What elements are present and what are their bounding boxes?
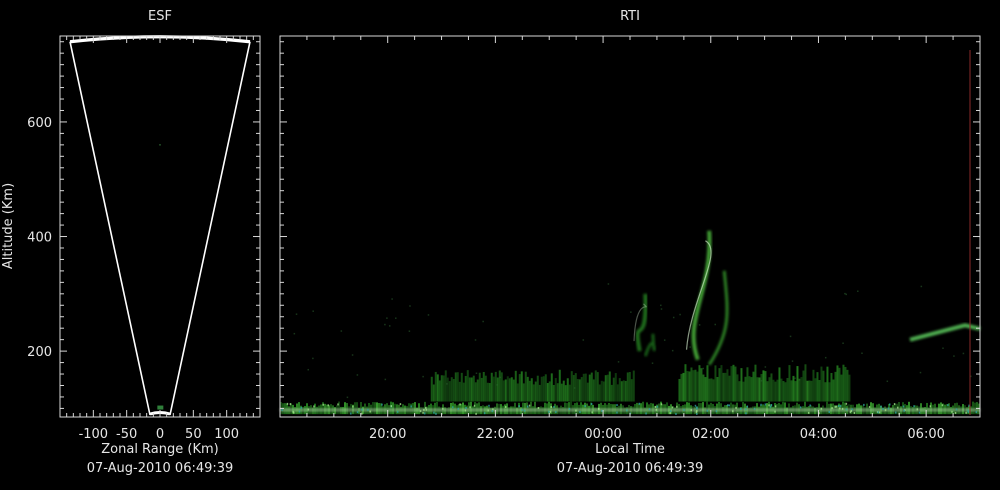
rti-x-tick-label: 06:00	[907, 427, 944, 442]
esf-panel: ESF -100 -50 0 50 100 200 400 600 Zonal Range …	[1, 9, 261, 476]
esf-cone-left-edge	[69, 41, 151, 416]
rti-x-label: Local Time	[595, 442, 665, 457]
esf-x-tick-label: -50	[116, 427, 137, 442]
rti-x-tick-label: 22:00	[477, 427, 514, 442]
esf-x-label: Zonal Range (Km)	[101, 442, 218, 457]
esf-title: ESF	[148, 9, 172, 24]
esf-cone-right-edge	[169, 41, 251, 416]
rti-title: RTI	[620, 9, 640, 24]
rti-panel: RTI 20:00 22:00 00:00 02:00 04:00 06:00 Local…	[279, 9, 981, 476]
rti-echo-plume	[633, 293, 656, 357]
esf-x-axis: -100 -50 0 50 100	[59, 36, 261, 442]
esf-x-tick-label: 50	[185, 427, 202, 442]
rti-x-tick-label: 00:00	[584, 427, 621, 442]
esf-y-tick-label: 200	[27, 345, 52, 360]
rti-x-tick-label: 02:00	[692, 427, 729, 442]
esf-y-label: Altitude (Km)	[1, 183, 16, 269]
esf-cone	[69, 35, 251, 416]
rti-x-tick-label: 20:00	[369, 427, 406, 442]
esf-rti-figure: ESF -100 -50 0 50 100 200 400 600 Zonal Range …	[1, 9, 981, 476]
esf-echo-point	[157, 405, 164, 410]
rti-echo-layer	[280, 230, 981, 415]
esf-frame	[59, 35, 261, 418]
rti-echo-band	[678, 364, 851, 402]
rti-timestamp: 07-Aug-2010 06:49:39	[557, 461, 704, 476]
rti-y-axis	[280, 41, 980, 409]
rti-x-tick-label: 04:00	[800, 427, 837, 442]
rti-echo-plume	[685, 230, 729, 366]
rti-frame	[279, 35, 981, 418]
esf-y-tick-label: 400	[27, 231, 52, 246]
esf-x-tick-label: 0	[156, 427, 164, 442]
esf-x-tick-label: -100	[79, 427, 109, 442]
esf-y-axis: 200 400 600	[27, 41, 260, 409]
rti-echo-band	[280, 401, 980, 415]
esf-echo-point	[159, 144, 161, 146]
esf-timestamp: 07-Aug-2010 06:49:39	[87, 461, 234, 476]
esf-y-tick-label: 600	[27, 116, 52, 131]
rti-echo-band	[430, 369, 635, 402]
esf-x-tick-label: 100	[214, 427, 239, 442]
